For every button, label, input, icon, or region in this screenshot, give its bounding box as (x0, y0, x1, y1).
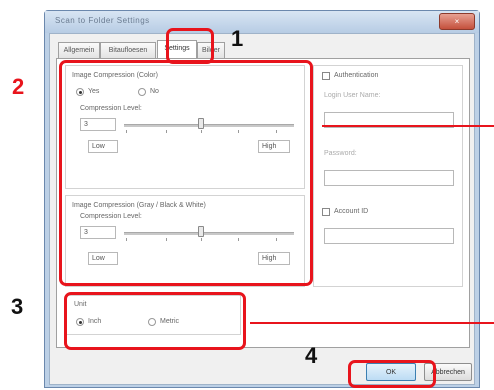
password-field[interactable] (324, 170, 454, 186)
tab-allgemein[interactable]: Allgemein (58, 42, 100, 58)
authentication-label: Authentication (334, 72, 379, 79)
close-icon: × (454, 17, 460, 26)
title-bar[interactable]: Scan to Folder Settings × (45, 11, 479, 33)
annotation-box-unit (64, 292, 246, 350)
annotation-box-ok (348, 360, 436, 388)
password-label: Password: (324, 150, 357, 157)
account-id-field[interactable] (324, 228, 454, 244)
authentication-checkbox[interactable] (322, 72, 330, 80)
annotation-number-2: 2 (12, 74, 25, 99)
close-button[interactable]: × (439, 13, 475, 30)
window-title: Scan to Folder Settings (55, 16, 150, 25)
account-id-checkbox[interactable] (322, 208, 330, 216)
annotation-leader-line (250, 322, 494, 324)
tab-bitaufloesen[interactable]: Bitaufloesen (100, 42, 156, 58)
annotation-number-4: 4 (305, 343, 318, 368)
annotation-box-settings-tab (166, 28, 214, 64)
login-user-name-label: Login User Name: (324, 92, 381, 99)
account-id-label: Account ID (334, 208, 369, 215)
annotation-box-compression (59, 60, 313, 286)
annotation-leader-line (322, 125, 494, 127)
annotation-number-3: 3 (11, 294, 24, 319)
authentication-group: Authentication Login User Name: Password… (313, 65, 463, 287)
annotation-number-1: 1 (231, 26, 244, 51)
